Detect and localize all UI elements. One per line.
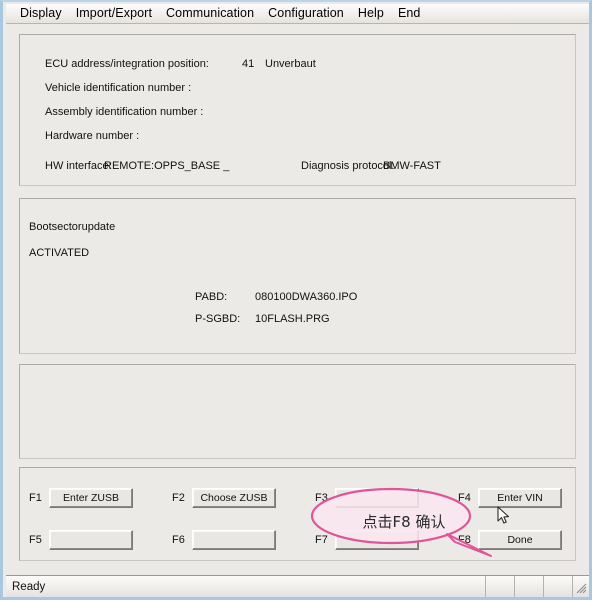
fkey-f7: F7 xyxy=(315,530,419,550)
status-message: Ready xyxy=(12,580,46,593)
fkey-f7-tag: F7 xyxy=(315,534,328,546)
f7-button[interactable] xyxy=(335,530,419,550)
menu-item-communication[interactable]: Communication xyxy=(159,5,261,22)
ecu-address-value: 41 xyxy=(242,58,255,70)
fkey-f6: F6 xyxy=(172,530,276,550)
diagnosis-protocol-value: BMW-FAST xyxy=(383,160,441,172)
status-bar: Ready xyxy=(6,575,589,597)
diagnosis-protocol-label: Diagnosis protocol: xyxy=(301,160,395,172)
psgbd-label: P-SGBD: xyxy=(195,313,241,325)
f6-button[interactable] xyxy=(192,530,276,550)
hw-interface-label: HW interface: xyxy=(45,160,112,172)
fkey-f1-tag: F1 xyxy=(29,492,42,504)
resize-grip-glyph xyxy=(576,583,587,594)
fkey-f2-tag: F2 xyxy=(172,492,185,504)
fkey-f2: F2 Choose ZUSB xyxy=(172,488,276,508)
f3-button[interactable] xyxy=(335,488,419,508)
mouse-pointer-icon xyxy=(497,506,510,524)
vin-label: Vehicle identification number : xyxy=(45,82,192,94)
annotation-text: 点击F8 确认 xyxy=(362,513,446,531)
fkey-f1: F1 Enter ZUSB xyxy=(29,488,133,508)
pabd-value: 080100DWA360.IPO xyxy=(255,291,358,303)
menu-item-import-export[interactable]: Import/Export xyxy=(69,5,159,22)
output-panel xyxy=(19,364,576,459)
menu-item-end[interactable]: End xyxy=(391,5,428,22)
bootsector-panel: Bootsectorupdate ACTIVATED PABD: 080100D… xyxy=(19,198,576,354)
status-segment-3 xyxy=(543,576,572,597)
done-button[interactable]: Done xyxy=(478,530,562,550)
resize-grip-icon[interactable] xyxy=(572,576,589,597)
fkey-f5: F5 xyxy=(29,530,133,550)
fkey-f5-tag: F5 xyxy=(29,534,42,546)
hardware-number-label: Hardware number : xyxy=(45,130,140,142)
fkey-f4: F4 Enter VIN xyxy=(458,488,562,508)
psgbd-value: 10FLASH.PRG xyxy=(255,313,330,325)
assembly-id-label: Assembly identification number : xyxy=(45,106,204,118)
function-key-panel: F1 Enter ZUSB F2 Choose ZUSB F3 F4 Enter… xyxy=(19,467,576,561)
status-segment-1 xyxy=(485,576,514,597)
bootsectorupdate-state: ACTIVATED xyxy=(29,247,90,259)
ecu-address-label: ECU address/integration position: xyxy=(45,58,209,70)
menu-item-display[interactable]: Display xyxy=(13,5,69,22)
client-area: ECU address/integration position: 41 Unv… xyxy=(6,24,589,575)
fkey-f8-tag: F8 xyxy=(458,534,471,546)
ecu-info-panel: ECU address/integration position: 41 Unv… xyxy=(19,34,576,186)
choose-zusb-button[interactable]: Choose ZUSB xyxy=(192,488,276,508)
ecu-address-status: Unverbaut xyxy=(265,58,316,70)
fkey-f4-tag: F4 xyxy=(458,492,471,504)
menu-item-help[interactable]: Help xyxy=(351,5,391,22)
fkey-f8: F8 Done xyxy=(458,530,562,550)
status-segment-2 xyxy=(514,576,543,597)
fkey-f6-tag: F6 xyxy=(172,534,185,546)
pabd-label: PABD: xyxy=(195,291,228,303)
fkey-f3-tag: F3 xyxy=(315,492,328,504)
f5-button[interactable] xyxy=(49,530,133,550)
enter-vin-button[interactable]: Enter VIN xyxy=(478,488,562,508)
fkey-f3: F3 xyxy=(315,488,419,508)
bootsectorupdate-title: Bootsectorupdate xyxy=(29,221,116,233)
application-window: Display Import/Export Communication Conf… xyxy=(0,0,592,600)
enter-zusb-button[interactable]: Enter ZUSB xyxy=(49,488,133,508)
menu-bar: Display Import/Export Communication Conf… xyxy=(6,4,589,24)
hw-interface-value: REMOTE:OPPS_BASE _ xyxy=(104,160,230,172)
menu-item-configuration[interactable]: Configuration xyxy=(261,5,351,22)
